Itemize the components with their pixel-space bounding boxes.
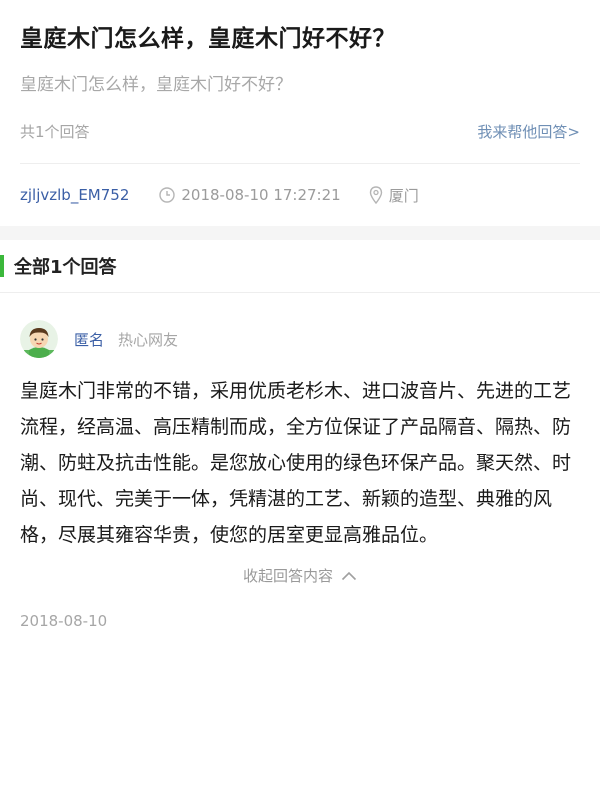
section-gap — [0, 226, 600, 240]
question-meta-row: 共1个回答 我来帮他回答> — [20, 119, 580, 143]
question-description: 皇庭木门怎么样，皇庭木门好不好？ — [20, 75, 292, 95]
question-time: 2018-08-10 17:27:21 — [159, 186, 341, 204]
clock-icon — [159, 187, 176, 203]
answer-user-name[interactable]: 匿名 — [74, 329, 104, 350]
answer-date: 2018-08-10 — [20, 612, 108, 630]
answer-count: 共1个回答 — [20, 122, 90, 141]
chevron-up-icon — [341, 571, 357, 580]
all-answers-header: 全部1个回答 — [0, 240, 600, 293]
question-block: 皇庭木门怎么样，皇庭木门好不好？ 皇庭木门怎么样，皇庭木门好不好？ 共1个回答 … — [0, 0, 600, 226]
avatar-icon[interactable] — [20, 320, 58, 358]
question-info-row: zjljvzlb_EM752 2018-08-10 17:27:21 厦门 — [20, 164, 580, 226]
answer-user-role: 热心网友 — [118, 330, 179, 349]
location-pin-icon — [369, 186, 382, 204]
answer-user-row: 匿名 热心网友 — [20, 319, 580, 359]
location-text: 厦门 — [388, 186, 419, 205]
question-title: 皇庭木门怎么样，皇庭木门好不好？ — [20, 26, 396, 52]
question-location: 厦门 — [369, 185, 419, 206]
time-text: 2018-08-10 17:27:21 — [181, 186, 341, 204]
help-answer-link[interactable]: 我来帮他回答> — [477, 121, 580, 142]
collapse-answer-button[interactable]: 收起回答内容 — [20, 565, 580, 586]
collapse-label: 收起回答内容 — [242, 567, 333, 585]
author-link[interactable]: zjljvzlb_EM752 — [20, 186, 129, 204]
all-answers-title: 全部1个回答 — [14, 257, 117, 278]
answer-content: 皇庭木门非常的不错，采用优质老杉木、进口波音片、先进的工艺流程，经高温、高压精制… — [20, 380, 572, 546]
answer-item: 匿名 热心网友 皇庭木门非常的不错，采用优质老杉木、进口波音片、先进的工艺流程，… — [0, 293, 600, 630]
header-accent-bar — [0, 255, 4, 277]
